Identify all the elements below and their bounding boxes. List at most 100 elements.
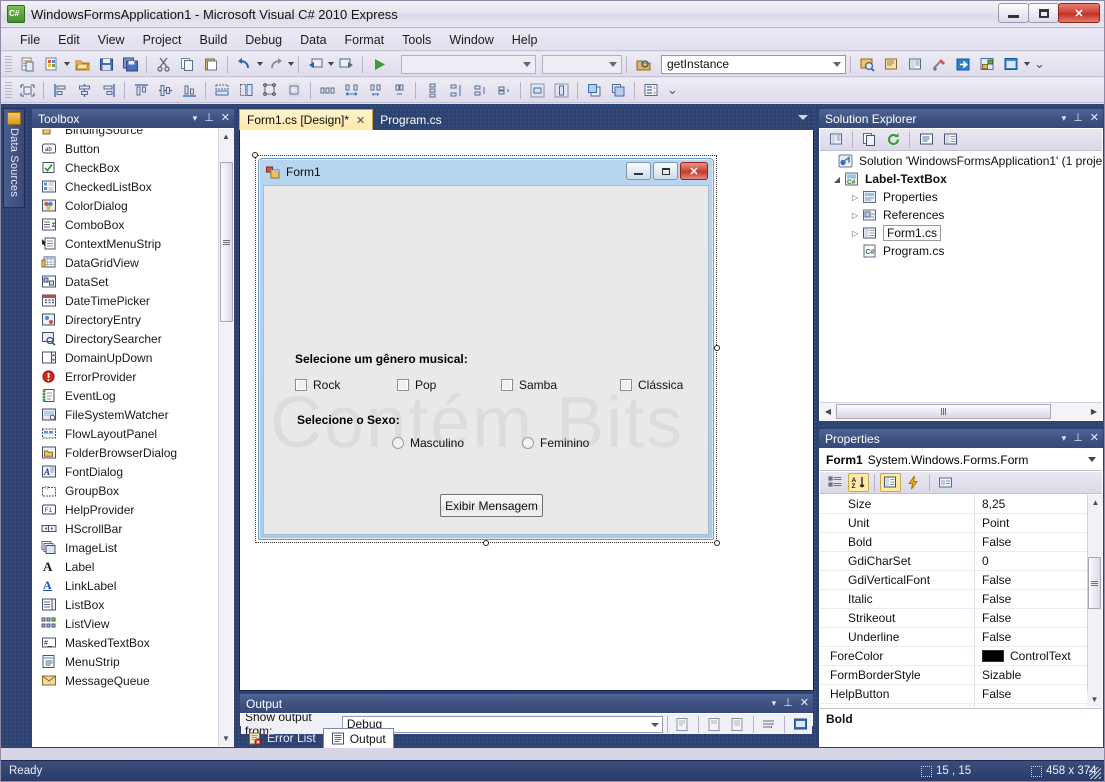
navigate-forward-icon[interactable]: [335, 54, 357, 75]
toolbox-item-listview[interactable]: ListView: [33, 614, 218, 633]
property-row[interactable]: Size 8,25: [820, 495, 1102, 514]
vertical-spacing-make-equal-icon[interactable]: [421, 80, 443, 101]
chevron-down-icon[interactable]: [798, 115, 808, 120]
menu-file[interactable]: File: [11, 31, 49, 49]
vertical-spacing-decrease-icon[interactable]: [469, 80, 491, 101]
resize-handle-s[interactable]: [483, 540, 489, 546]
center-vertically-icon[interactable]: [550, 80, 572, 101]
undo-icon[interactable]: [233, 54, 255, 75]
toolbox-item-bindingsource[interactable]: BindingSource: [33, 129, 218, 139]
toolbox-item-helpprovider[interactable]: F1 HelpProvider: [33, 500, 218, 519]
chevron-down-icon[interactable]: ▾: [1062, 110, 1067, 126]
toolbox-item-list[interactable]: BindingSource ab Button CheckBox Checked…: [33, 129, 218, 746]
radio-circle[interactable]: [522, 437, 534, 449]
form-minimize-button[interactable]: [626, 162, 651, 180]
close-icon[interactable]: ✕: [1090, 430, 1099, 446]
property-row[interactable]: FormBorderStyle Sizable: [820, 666, 1102, 685]
property-row[interactable]: Underline False: [820, 628, 1102, 647]
close-icon[interactable]: ✕: [356, 114, 365, 127]
align-rights-icon[interactable]: [97, 80, 119, 101]
cut-icon[interactable]: [152, 54, 174, 75]
pin-icon[interactable]: ⊥: [204, 110, 214, 126]
toolbox-item-flowlayoutpanel[interactable]: FlowLayoutPanel: [33, 424, 218, 443]
redo-chevron-down-icon[interactable]: [288, 62, 294, 66]
resize-grip[interactable]: [1089, 767, 1101, 779]
save-all-icon[interactable]: [119, 54, 141, 75]
property-row[interactable]: GdiVerticalFont False: [820, 571, 1102, 590]
radio-feminino[interactable]: Feminino: [522, 436, 589, 450]
send-to-back-icon[interactable]: [607, 80, 629, 101]
scroll-down-button[interactable]: ▼: [218, 731, 234, 746]
expander-collapsed[interactable]: ▷: [848, 211, 862, 220]
menu-help[interactable]: Help: [503, 31, 547, 49]
property-value[interactable]: 8,25: [975, 495, 1102, 513]
tab-output[interactable]: Output: [322, 728, 394, 748]
scroll-up-button[interactable]: ▲: [1088, 495, 1103, 510]
toolbox-item-checkedlistbox[interactable]: CheckedListBox: [33, 177, 218, 196]
toolbox-item-menustrip[interactable]: MenuStrip: [33, 652, 218, 671]
close-icon[interactable]: ✕: [1090, 110, 1099, 126]
dock-icon[interactable]: [790, 714, 811, 734]
open-file-icon[interactable]: [71, 54, 93, 75]
make-same-width-icon[interactable]: [211, 80, 233, 101]
categorized-icon[interactable]: [825, 473, 846, 492]
tree-node-solution[interactable]: Solution 'WindowsFormsApplication1' (1 p…: [820, 152, 1102, 170]
property-value[interactable]: False: [975, 685, 1102, 703]
menu-build[interactable]: Build: [190, 31, 236, 49]
form-designer-container[interactable]: Form1 ✕ Contém Bits Selecione um gênero …: [252, 152, 720, 546]
data-sources-tab[interactable]: Data Sources: [3, 108, 25, 208]
checkbox-box[interactable]: [295, 379, 307, 391]
resize-handle-se[interactable]: [714, 540, 720, 546]
horizontal-spacing-make-equal-icon[interactable]: [316, 80, 338, 101]
format-selection-icon[interactable]: [16, 80, 38, 101]
toggle-word-wrap-icon[interactable]: [759, 714, 780, 734]
toolbar-grip[interactable]: [5, 81, 12, 99]
make-same-height-icon[interactable]: [235, 80, 257, 101]
redo-icon[interactable]: [264, 54, 286, 75]
checkbox-rock[interactable]: Rock: [295, 378, 340, 392]
radio-masculino[interactable]: Masculino: [392, 436, 464, 450]
property-row[interactable]: GdiCharSet 0: [820, 552, 1102, 571]
properties-grid[interactable]: Size 8,25 Unit Point Bold False GdiCharS…: [820, 495, 1102, 707]
menu-window[interactable]: Window: [440, 31, 502, 49]
pin-icon[interactable]: ⊥: [1073, 430, 1083, 446]
scroll-left-button[interactable]: ◀: [820, 404, 836, 420]
properties-object-selector[interactable]: Form1 System.Windows.Forms.Form: [820, 449, 1102, 471]
size-to-grid-icon[interactable]: [283, 80, 305, 101]
scrollbar-thumb[interactable]: [1088, 557, 1101, 609]
form-close-button[interactable]: ✕: [680, 162, 708, 180]
property-row[interactable]: Italic False: [820, 590, 1102, 609]
toolbar-grip[interactable]: [5, 55, 12, 73]
checkbox-pop[interactable]: Pop: [397, 378, 436, 392]
vertical-spacing-increase-icon[interactable]: [445, 80, 467, 101]
radio-circle[interactable]: [392, 437, 404, 449]
align-bottoms-icon[interactable]: [178, 80, 200, 101]
toolbox-item-maskedtextbox[interactable]: #_ MaskedTextBox: [33, 633, 218, 652]
toolbox-item-messagequeue[interactable]: MessageQueue: [33, 671, 218, 690]
chevron-down-icon[interactable]: ▾: [193, 110, 198, 126]
solution-tree[interactable]: Solution 'WindowsFormsApplication1' (1 p…: [820, 152, 1102, 401]
make-same-size-icon[interactable]: [259, 80, 281, 101]
tree-node-properties[interactable]: ▷ Properties: [820, 188, 1102, 206]
toolbox-item-dataset[interactable]: DataSet: [33, 272, 218, 291]
close-icon[interactable]: ✕: [800, 695, 809, 711]
toolbox-item-button[interactable]: ab Button: [33, 139, 218, 158]
tree-node-project[interactable]: ◢ C# Label-TextBox: [820, 170, 1102, 188]
toolbox-item-datetimepicker[interactable]: DateTimePicker: [33, 291, 218, 310]
align-lefts-icon[interactable]: [49, 80, 71, 101]
checkbox-samba[interactable]: Samba: [501, 378, 557, 392]
copy-icon[interactable]: [176, 54, 198, 75]
property-value-container[interactable]: ControlText: [975, 647, 1102, 665]
menu-view[interactable]: View: [89, 31, 134, 49]
tab-form1-design[interactable]: Form1.cs [Design]* ✕: [239, 109, 374, 130]
menu-data[interactable]: Data: [291, 31, 335, 49]
go-to-icon[interactable]: [952, 54, 974, 75]
scroll-right-button[interactable]: ▶: [1086, 404, 1102, 420]
property-value[interactable]: False: [975, 571, 1102, 589]
add-new-item-icon[interactable]: [40, 54, 62, 75]
scroll-up-button[interactable]: ▲: [218, 129, 234, 144]
menu-tools[interactable]: Tools: [393, 31, 440, 49]
exibir-mensagem-button[interactable]: Exibir Mensagem: [440, 494, 543, 517]
property-value[interactable]: Point: [975, 514, 1102, 532]
new-item-icon[interactable]: [880, 54, 902, 75]
